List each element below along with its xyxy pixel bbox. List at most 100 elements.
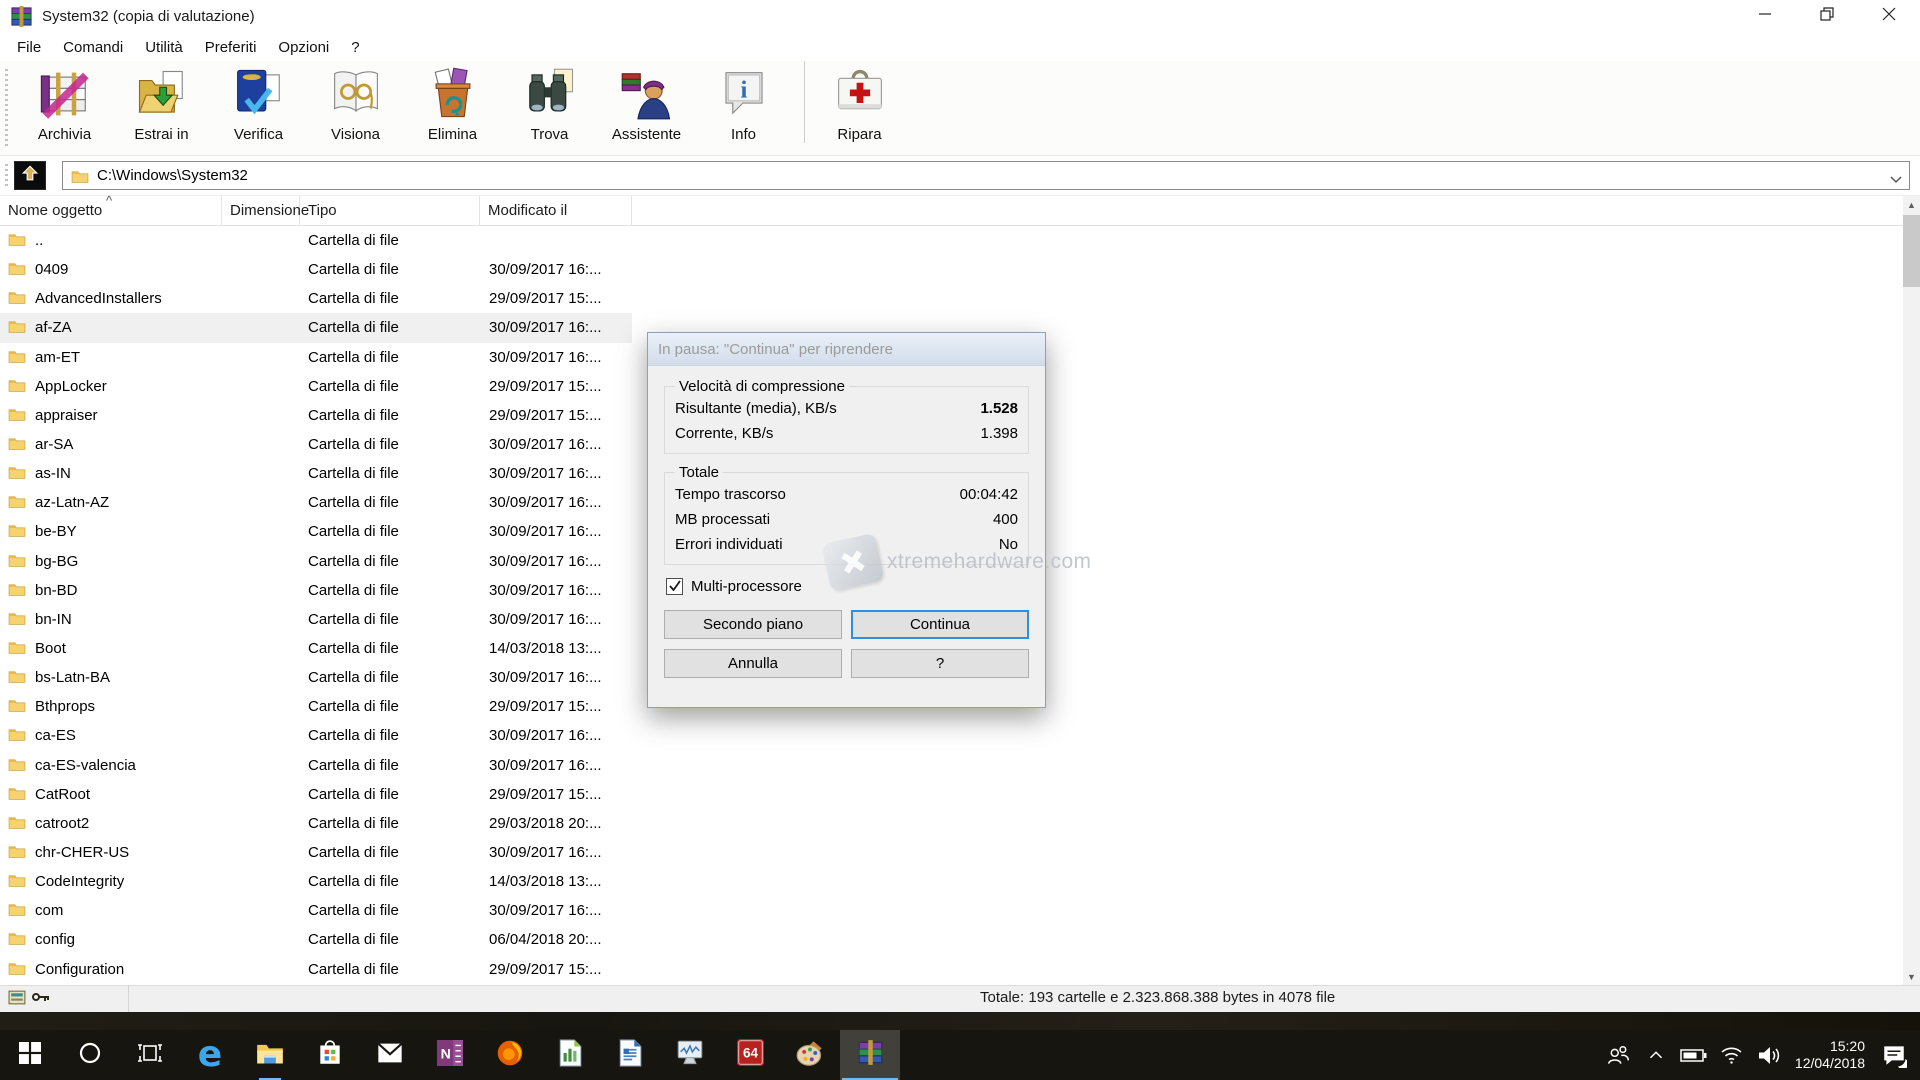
file-modified: 14/03/2018 13:... [480,873,632,890]
taskbar-button[interactable] [540,1030,600,1080]
checkbox-box[interactable] [666,578,683,595]
toolbar-button[interactable]: Ripara [804,61,914,143]
scrollbar-thumb[interactable] [1903,215,1920,287]
file-modified: 30/09/2017 16:... [480,844,632,861]
menu-item[interactable]: File [6,36,52,59]
stat-label: Tempo trascorso [675,482,786,507]
chevron-up-icon[interactable] [1637,1030,1675,1080]
taskbar-button[interactable] [600,1030,660,1080]
libreoffice-calc-icon [557,1039,583,1072]
file-row[interactable]: AdvancedInstallers Cartella di file 29/0… [0,284,1920,313]
delete-icon [424,64,482,124]
folder-icon [8,260,26,279]
system-tray: 15:20 12/04/2018 [1599,1030,1920,1080]
task-view-icon [137,1041,163,1070]
file-type: Cartella di file [300,815,480,832]
stat-label: MB processati [675,507,770,532]
taskbar-button[interactable]: 64 [720,1030,780,1080]
chevron-down-icon[interactable] [1890,171,1902,188]
action-center-icon[interactable] [1875,1030,1913,1080]
dialog-button[interactable]: ? [851,649,1029,678]
toolbar-button-label: Assistente [612,126,681,143]
menu-item[interactable]: Opzioni [267,36,340,59]
archive-drive-icon[interactable] [8,989,27,1010]
column-header[interactable]: Dimensione [222,196,300,225]
window-control-button[interactable] [1858,0,1920,33]
menu-item[interactable]: ? [340,36,370,59]
file-row[interactable]: CodeIntegrity Cartella di file 14/03/201… [0,867,1920,896]
taskbar-button[interactable] [300,1030,360,1080]
file-type: Cartella di file [300,961,480,978]
taskbar-button[interactable]: N [420,1030,480,1080]
file-row[interactable]: config Cartella di file 06/04/2018 20:..… [0,925,1920,954]
toolbar-button-label: Visiona [331,126,380,143]
taskbar-button[interactable] [480,1030,540,1080]
file-row[interactable]: chr-CHER-US Cartella di file 30/09/2017 … [0,838,1920,867]
column-header[interactable]: Tipo [300,196,480,225]
dialog-button[interactable]: Continua [851,610,1029,639]
taskbar-button[interactable] [780,1030,840,1080]
taskbar-button[interactable] [60,1030,120,1080]
volume-icon[interactable] [1751,1030,1789,1080]
dialog-button[interactable]: Secondo piano [664,610,842,639]
file-row[interactable]: CatRoot Cartella di file 29/09/2017 15:.… [0,780,1920,809]
folder-icon [8,960,26,979]
taskbar-button[interactable] [360,1030,420,1080]
up-one-level-button[interactable] [14,161,46,190]
toolbar-button[interactable]: Elimina [404,61,501,143]
menu-item[interactable]: Utilità [134,36,194,59]
folder-icon [71,168,89,183]
scroll-up-icon[interactable]: ▲ [1903,196,1920,213]
svg-text:N: N [441,1045,451,1061]
file-row[interactable]: 0409 Cartella di file 30/09/2017 16:... [0,255,1920,284]
archive-icon [36,64,94,124]
taskbar-button[interactable] [660,1030,720,1080]
window-control-button[interactable] [1796,0,1858,33]
file-modified: 30/09/2017 16:... [480,611,632,628]
taskbar-button[interactable] [0,1030,60,1080]
wifi-icon[interactable] [1713,1030,1751,1080]
file-name: bn-BD [35,582,78,599]
aida64-icon: 64 [737,1039,764,1071]
toolbar-button[interactable]: Archivia [16,61,113,143]
toolbar-button[interactable]: Visiona [307,61,404,143]
file-modified: 29/09/2017 15:... [480,961,632,978]
multiprocessor-checkbox[interactable]: Multi-processore [666,578,1027,595]
column-header[interactable]: Modificato il [480,196,632,225]
file-row[interactable]: .. Cartella di file [0,226,1920,255]
taskbar-button[interactable] [240,1030,300,1080]
address-input[interactable]: C:\Windows\System32 [62,161,1910,190]
people-icon[interactable] [1599,1030,1637,1080]
battery-icon[interactable] [1675,1030,1713,1080]
taskbar-button[interactable]: e [180,1030,240,1080]
scroll-down-icon[interactable]: ▼ [1903,968,1920,985]
file-type: Cartella di file [300,873,480,890]
taskbar-clock[interactable]: 15:20 12/04/2018 [1789,1038,1875,1073]
file-name: bg-BG [35,553,78,570]
total-group-label: Totale [675,464,723,481]
taskbar-button[interactable] [120,1030,180,1080]
file-row[interactable]: ca-ES Cartella di file 30/09/2017 16:... [0,721,1920,750]
window-control-button[interactable] [1734,0,1796,33]
file-row[interactable]: com Cartella di file 30/09/2017 16:... [0,896,1920,925]
file-name: ar-SA [35,436,73,453]
toolbar-button[interactable]: Estrai in [113,61,210,143]
file-row[interactable]: Configuration Cartella di file 29/09/201… [0,955,1920,984]
file-row[interactable]: catroot2 Cartella di file 29/03/2018 20:… [0,809,1920,838]
file-row[interactable]: ca-ES-valencia Cartella di file 30/09/20… [0,751,1920,780]
file-type: Cartella di file [300,553,480,570]
column-header[interactable]: Nome oggetto [0,196,222,225]
menu-item[interactable]: Comandi [52,36,134,59]
folder-icon [8,785,26,804]
vertical-scrollbar[interactable]: ▲ ▼ [1903,196,1920,985]
menu-item[interactable]: Preferiti [194,36,268,59]
toolbar-button[interactable]: Verifica [210,61,307,143]
toolbar-button[interactable]: Trova [501,61,598,143]
dialog-title-bar[interactable]: In pausa: "Continua" per riprendere [648,333,1045,366]
address-bar: C:\Windows\System32 [0,156,1920,196]
toolbar-button[interactable]: i Info [695,61,792,143]
dialog-button[interactable]: Annulla [664,649,842,678]
toolbar-button[interactable]: Assistente [598,61,695,143]
key-icon[interactable] [31,990,51,1008]
taskbar-button[interactable] [840,1030,900,1080]
